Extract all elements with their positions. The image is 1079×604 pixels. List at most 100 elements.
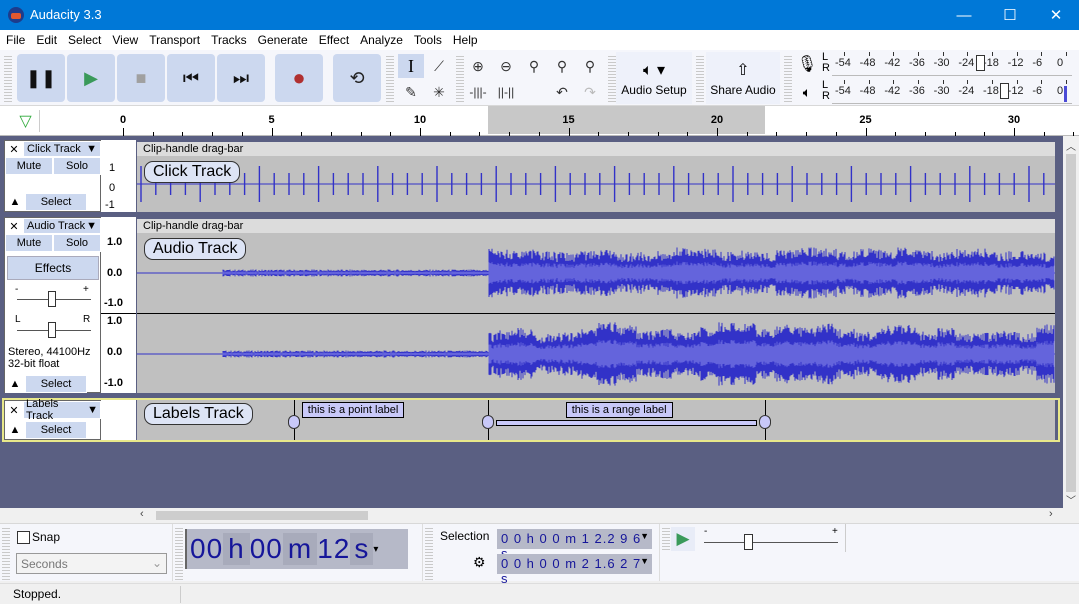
label-handle-icon[interactable] xyxy=(287,415,300,429)
minimize-icon[interactable]: — xyxy=(941,0,987,30)
select-track-button[interactable]: Select xyxy=(25,193,87,211)
menu-file[interactable]: File xyxy=(6,33,25,47)
skip-to-end-button[interactable]: ⏭ xyxy=(217,54,265,102)
fit-project-button[interactable]: ⚲ xyxy=(549,54,575,78)
time-format-dropdown-icon[interactable]: ▾ xyxy=(373,544,379,555)
snap-checkbox[interactable] xyxy=(17,531,30,544)
mute-button[interactable]: Mute xyxy=(5,157,53,175)
loop-button[interactable]: ⟲ xyxy=(333,54,381,102)
toolbar-grip[interactable] xyxy=(425,526,433,580)
toolbar-grip[interactable] xyxy=(175,526,183,580)
multi-tool-button[interactable]: ✳ xyxy=(426,80,452,104)
pause-button[interactable]: ❚❚ xyxy=(17,54,65,102)
menu-view[interactable]: View xyxy=(112,33,138,47)
click-track-clip[interactable]: Clip-handle drag-bar Click Track xyxy=(137,142,1055,212)
clip-handle-drag-bar[interactable]: Clip-handle drag-bar xyxy=(137,142,1055,156)
dropdown-arrow-icon[interactable]: ▼ xyxy=(640,531,650,541)
track-menu-button[interactable]: Audio Track ▼ xyxy=(23,218,101,234)
silence-audio-button[interactable]: ||-|| xyxy=(493,80,519,104)
menu-generate[interactable]: Generate xyxy=(258,33,308,47)
undo-button[interactable]: ↶ xyxy=(549,80,575,104)
play-at-speed-button[interactable]: ▶ xyxy=(671,527,695,551)
vertical-scroll-thumb[interactable] xyxy=(1066,154,1076,492)
selection-start-field[interactable]: 0 0 h 0 0 m 1 2.2 9 6 s▼ xyxy=(497,529,652,561)
pan-slider[interactable] xyxy=(48,322,56,338)
zoom-toggle-button[interactable]: ⚲ xyxy=(577,54,603,78)
solo-button[interactable]: Solo xyxy=(53,234,101,252)
close-icon[interactable]: ✕ xyxy=(1033,0,1079,30)
skip-to-start-button[interactable]: ⏮ xyxy=(167,54,215,102)
vertical-scrollbar[interactable]: ︿ ﹀ xyxy=(1063,136,1079,508)
record-meter[interactable]: -54 -48 -42 -36 -30 -24 -18 -12 -6 0 xyxy=(832,52,1072,76)
select-track-button[interactable]: Select xyxy=(25,375,87,393)
label-handle-icon[interactable] xyxy=(759,415,772,429)
time-display[interactable]: 00 h 00 m 12 s ▾ xyxy=(185,529,408,569)
playback-meter[interactable]: -54 -48 -42 -36 -30 -24 -18 -12 -6 0 xyxy=(832,80,1072,104)
labels-track-area[interactable]: Labels Track this is a point label this i… xyxy=(137,400,1055,440)
zoom-in-button[interactable]: ⊕ xyxy=(465,54,491,78)
menu-select[interactable]: Select xyxy=(68,33,101,47)
speaker-icon[interactable]: 🔈︎ xyxy=(795,80,819,104)
trim-audio-button[interactable]: -|||- xyxy=(465,80,491,104)
clip-handle-drag-bar[interactable]: Clip-handle drag-bar xyxy=(137,219,1055,233)
toolbar-grip[interactable] xyxy=(386,54,394,102)
audio-setup-button[interactable]: 🔈︎ ▾ Audio Setup xyxy=(616,52,692,104)
speed-slider[interactable] xyxy=(744,534,753,550)
close-track-icon[interactable]: ✕ xyxy=(5,218,23,234)
track-menu-button[interactable]: Labels Track ▼ xyxy=(23,398,101,422)
scroll-down-icon[interactable]: ﹀ xyxy=(1066,492,1076,507)
close-track-icon[interactable]: ✕ xyxy=(5,401,23,419)
menu-tools[interactable]: Tools xyxy=(414,33,442,47)
menu-help[interactable]: Help xyxy=(453,33,478,47)
toolbar-grip[interactable] xyxy=(662,526,670,550)
vertical-ruler[interactable]: 1.0 0.0 -1.0 1.0 0.0 -1.0 xyxy=(101,217,136,393)
scroll-left-icon[interactable]: ‹ xyxy=(140,508,144,520)
collapse-track-icon[interactable]: ▲ xyxy=(5,193,25,211)
toolbar-grip[interactable] xyxy=(608,54,616,102)
mute-button[interactable]: Mute xyxy=(5,234,53,252)
microphone-icon[interactable]: 🎙︎ xyxy=(795,52,819,76)
label-handle-icon[interactable] xyxy=(482,415,495,429)
audio-track-clip[interactable]: Clip-handle drag-bar Audio Track xyxy=(137,219,1055,393)
meter-level-slider[interactable] xyxy=(975,55,985,71)
menu-analyze[interactable]: Analyze xyxy=(360,33,403,47)
record-button[interactable]: ● xyxy=(275,54,323,102)
collapse-track-icon[interactable]: ▲ xyxy=(5,375,25,393)
vertical-ruler[interactable]: 1 0 -1 xyxy=(101,140,136,212)
play-button[interactable]: ▶ xyxy=(67,54,115,102)
track-menu-button[interactable]: Click Track ▼ xyxy=(23,141,101,157)
selection-end-field[interactable]: 0 0 h 0 0 m 2 1.6 2 7 s ▼ xyxy=(497,554,652,586)
share-audio-button[interactable]: ⇧ Share Audio xyxy=(706,52,780,104)
selection-tool-button[interactable]: I xyxy=(398,54,424,78)
range-label-bar[interactable] xyxy=(496,420,758,426)
horizontal-scrollbar[interactable]: ‹ › xyxy=(136,508,1063,523)
menu-tracks[interactable]: Tracks xyxy=(211,33,247,47)
toolbar-grip[interactable] xyxy=(784,54,792,102)
envelope-tool-button[interactable]: ⟋ xyxy=(426,54,452,78)
toolbar-grip[interactable] xyxy=(456,54,464,102)
gear-icon[interactable]: ⚙ xyxy=(473,554,486,571)
close-track-icon[interactable]: ✕ xyxy=(5,141,23,157)
maximize-icon[interactable]: ☐ xyxy=(987,0,1033,30)
menu-edit[interactable]: Edit xyxy=(36,33,57,47)
range-label[interactable]: this is a range label xyxy=(565,402,673,418)
scroll-up-icon[interactable]: ︿ xyxy=(1066,138,1076,153)
point-label[interactable]: this is a point label xyxy=(301,402,405,418)
scroll-right-icon[interactable]: › xyxy=(1049,508,1053,520)
gain-slider[interactable] xyxy=(48,291,56,307)
select-track-button[interactable]: Select xyxy=(25,421,87,439)
dropdown-arrow-icon[interactable]: ▼ xyxy=(640,556,650,566)
snap-unit-select[interactable]: Seconds ⌄ xyxy=(16,553,167,574)
menu-transport[interactable]: Transport xyxy=(149,33,200,47)
draw-tool-button[interactable]: ✎ xyxy=(398,80,424,104)
meter-level-slider[interactable] xyxy=(1000,83,1010,99)
redo-button[interactable]: ↷ xyxy=(577,80,603,104)
stop-button[interactable]: ■ xyxy=(117,54,165,102)
toolbar-grip[interactable] xyxy=(696,54,704,102)
zoom-out-button[interactable]: ⊖ xyxy=(493,54,519,78)
solo-button[interactable]: Solo xyxy=(53,157,101,175)
menu-effect[interactable]: Effect xyxy=(319,33,349,47)
toolbar-grip[interactable] xyxy=(4,54,12,102)
fit-selection-button[interactable]: ⚲ xyxy=(521,54,547,78)
collapse-track-icon[interactable]: ▲ xyxy=(5,421,25,439)
